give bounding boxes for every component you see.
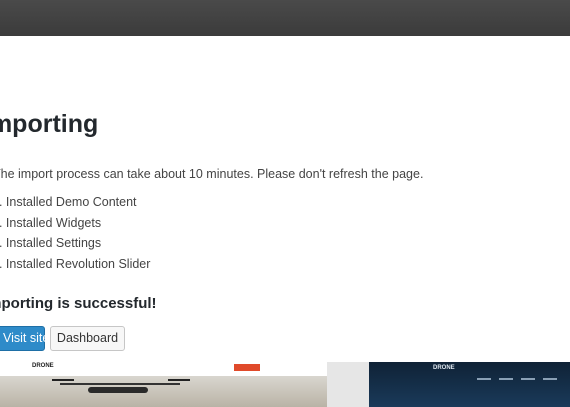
visit-site-button[interactable]: Visit site [0, 326, 49, 351]
step-item: 4. Installed Revolution Slider [0, 256, 151, 271]
import-modal: Importing The import process can take ab… [0, 36, 570, 362]
preview-logo: DRONE [433, 365, 455, 371]
demo-preview-left: DRONE [0, 362, 327, 407]
step-item: 2. Installed Widgets [0, 215, 102, 230]
dashboard-button[interactable]: Dashboard [50, 326, 125, 351]
demo-preview-right: DRONE [369, 362, 570, 407]
preview-cta [234, 364, 260, 371]
modal-title: Importing [0, 110, 99, 138]
step-item: 1. Installed Demo Content [0, 195, 137, 209]
preview-logo: DRONE [32, 363, 54, 369]
preview-nav-strip: DRONE [0, 362, 327, 379]
import-description: The import process can take about 10 min… [0, 167, 424, 181]
preview-nav-items [477, 367, 565, 385]
import-steps-list: 1. Installed Demo Content 2. Installed W… [0, 194, 150, 276]
preview-gap [327, 362, 369, 407]
success-message: Importing is successful! [0, 295, 157, 312]
top-overlay-bar [0, 0, 570, 36]
step-item: 3. Installed Settings [0, 236, 102, 251]
preview-drone-image [0, 376, 327, 407]
